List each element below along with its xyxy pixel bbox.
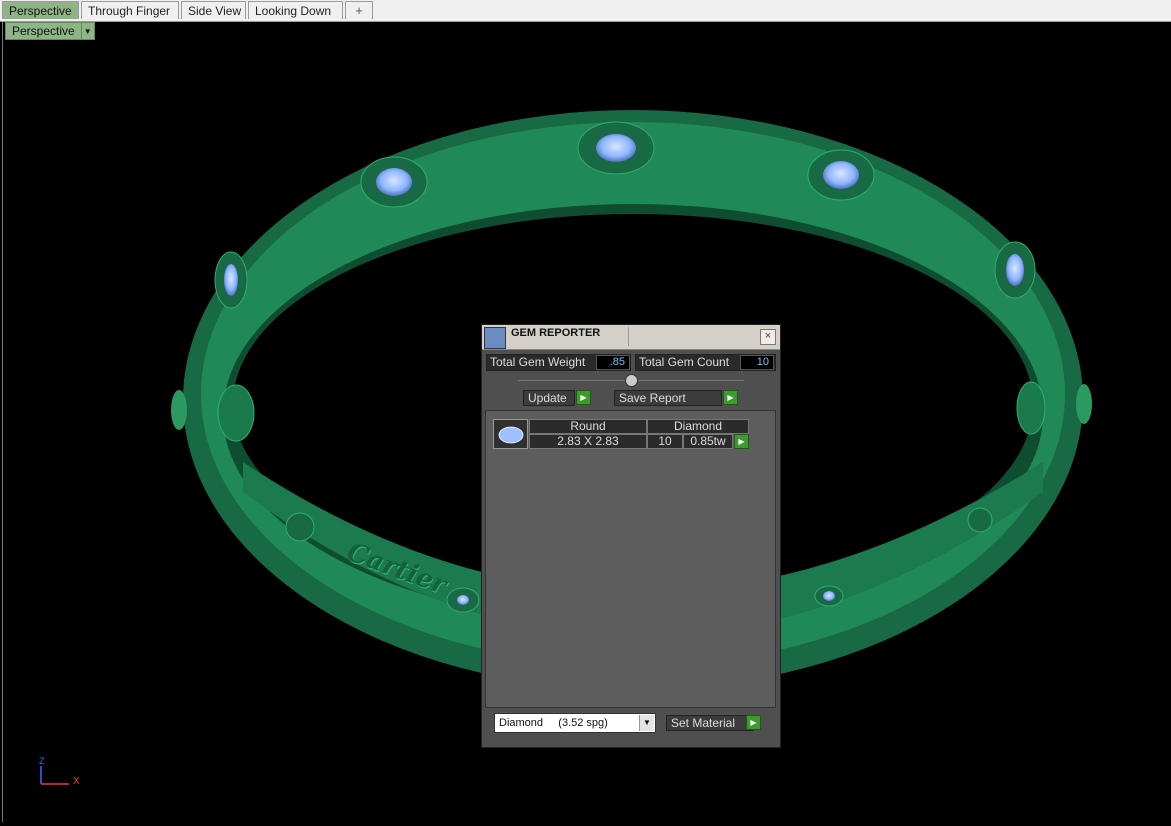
- panel-title: GEM REPORTER: [511, 327, 601, 339]
- close-icon[interactable]: ×: [760, 329, 776, 345]
- total-gem-count-value: 10: [740, 355, 774, 370]
- add-tab-button[interactable]: +: [345, 1, 373, 19]
- gem-size-cell: 2.83 X 2.83: [529, 434, 647, 449]
- titlebar-divider: [628, 327, 629, 346]
- gem-reporter-icon: [484, 327, 506, 349]
- gem-weight-cell: 0.85tw: [683, 434, 733, 449]
- update-button[interactable]: Update: [523, 390, 575, 406]
- tab-through-finger[interactable]: Through Finger: [81, 1, 179, 19]
- viewport-dropdown-icon[interactable]: ▼: [80, 23, 94, 39]
- viewport-label[interactable]: Perspective ▼: [5, 22, 95, 40]
- total-gem-weight-value: .85: [596, 355, 630, 370]
- view-tab-bar: Perspective Through Finger Side View Loo…: [0, 0, 1171, 22]
- gem-row-go-icon[interactable]: ▶: [734, 434, 749, 449]
- update-go-icon[interactable]: ▶: [576, 390, 591, 405]
- gem-shape-cell: Round: [529, 419, 647, 434]
- gem-list: Round Diamond 2.83 X 2.83 10 0.85tw ▶: [485, 410, 776, 708]
- viewport-name: Perspective: [12, 24, 75, 38]
- save-report-button[interactable]: Save Report: [614, 390, 722, 406]
- chevron-down-icon[interactable]: ▼: [639, 715, 654, 731]
- collapse-toggle-icon[interactable]: [625, 374, 638, 387]
- set-material-go-icon[interactable]: ▶: [746, 715, 761, 730]
- axis-indicator: Z X: [33, 756, 83, 796]
- gem-thumbnail[interactable]: [493, 419, 528, 449]
- tab-perspective[interactable]: Perspective: [2, 1, 79, 19]
- tab-looking-down[interactable]: Looking Down: [248, 1, 343, 19]
- save-report-go-icon[interactable]: ▶: [723, 390, 738, 405]
- gem-count-cell: 10: [647, 434, 683, 449]
- gem-reporter-panel: GEM REPORTER × Total Gem Weight .85 Tota…: [481, 324, 781, 748]
- material-select-value: Diamond (3.52 spg): [499, 717, 608, 729]
- gem-material-cell: Diamond: [647, 419, 749, 434]
- axis-x-label: X: [73, 776, 80, 787]
- material-select[interactable]: Diamond (3.52 spg) ▼: [494, 713, 656, 733]
- axis-z-label: Z: [39, 756, 45, 766]
- panel-titlebar[interactable]: GEM REPORTER ×: [482, 325, 780, 350]
- tab-side-view[interactable]: Side View: [181, 1, 246, 19]
- set-material-button[interactable]: Set Material: [666, 715, 754, 731]
